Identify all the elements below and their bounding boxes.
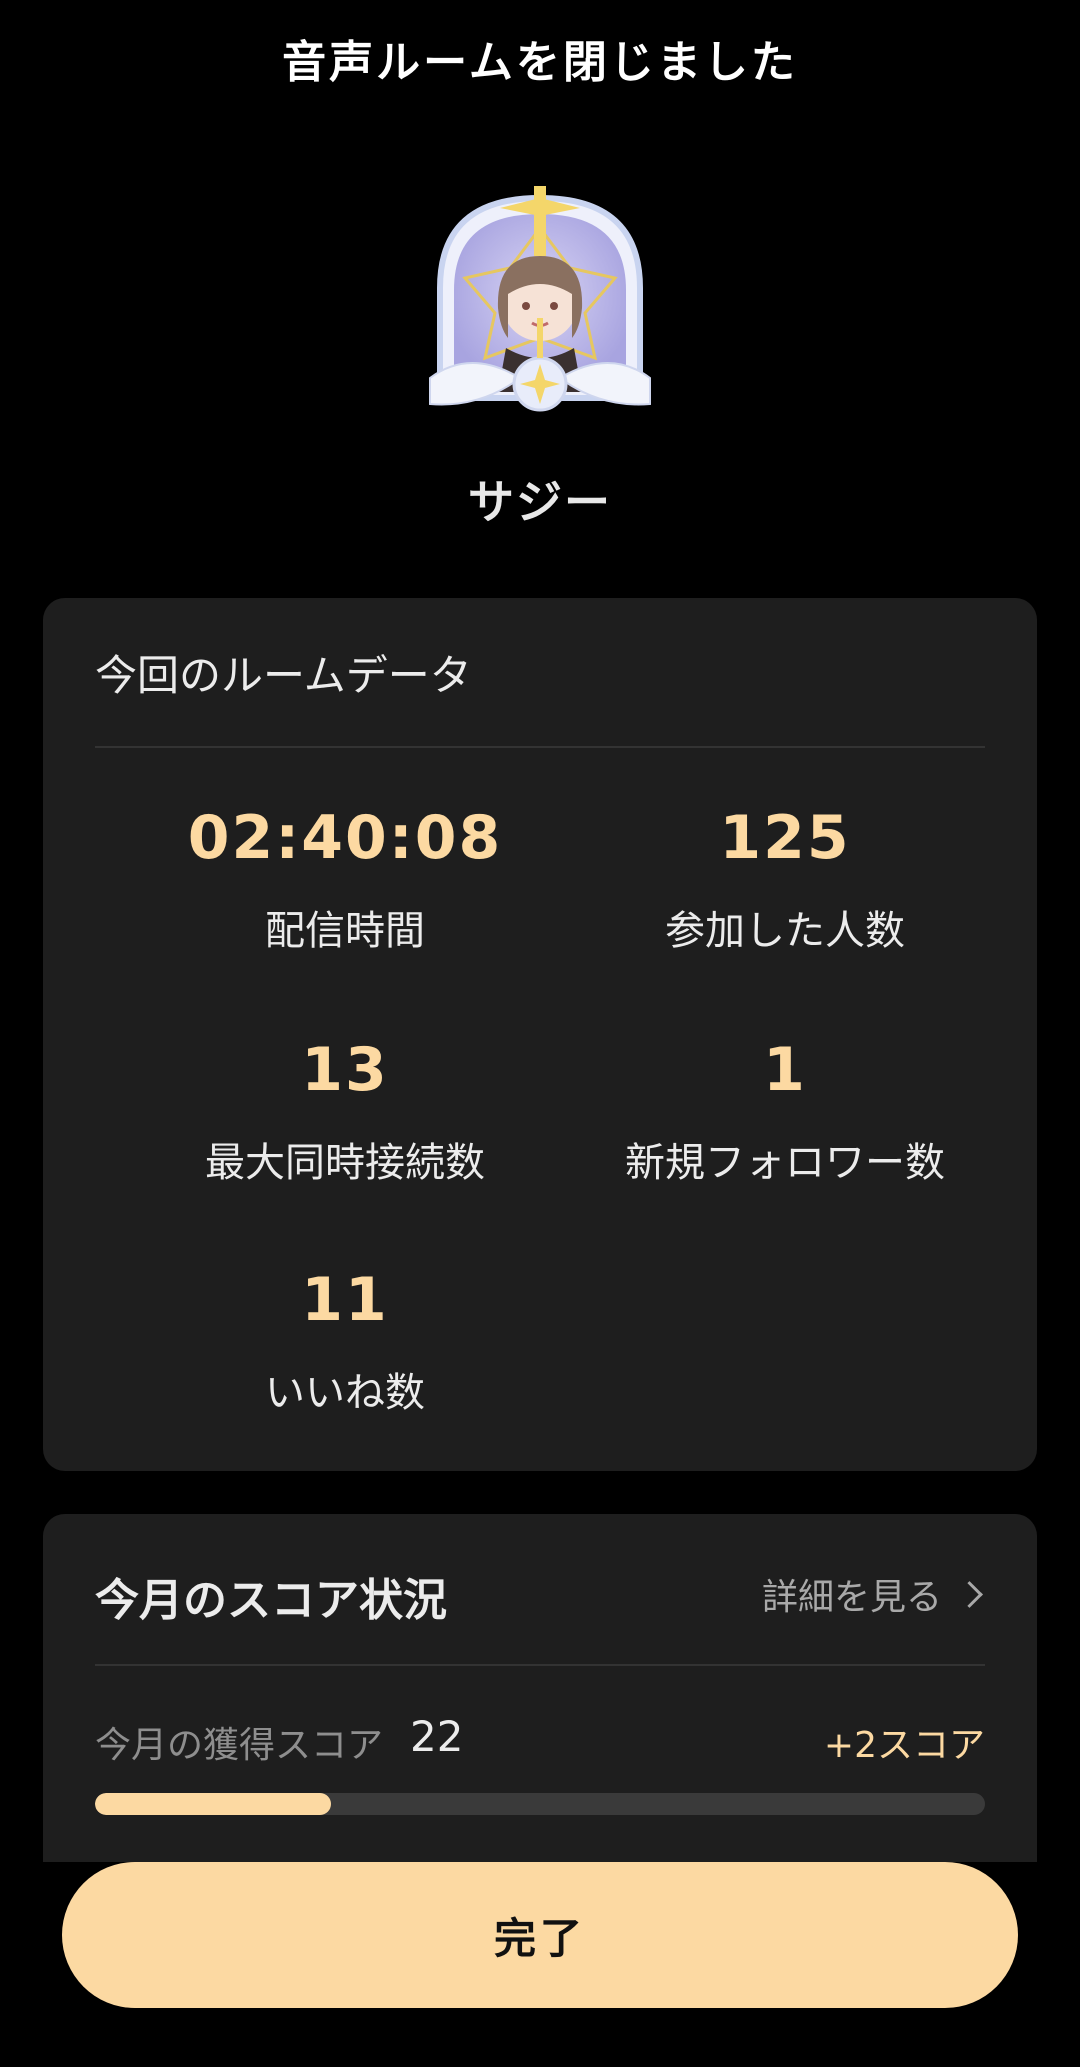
stat-new-followers: 1 新規フォロワー数	[565, 1032, 1005, 1188]
view-details-link[interactable]: 詳細を見る	[762, 1568, 985, 1620]
done-button[interactable]: 完了	[62, 1862, 1018, 2008]
stat-value: 125	[719, 803, 851, 873]
stat-label: 新規フォロワー数	[625, 1140, 945, 1186]
page-title: 音声ルームを閉じました	[282, 37, 798, 88]
monthly-score-title: 今月のスコア状況	[95, 1575, 447, 1626]
score-delta: +2スコア	[823, 1725, 985, 1766]
closed-room-screen: 音声ルームを閉じました サジー 今回のルームデータ 02:40:08 配信時間 …	[0, 0, 1080, 2067]
room-data-divider	[95, 746, 985, 748]
score-progress-fill	[95, 1793, 331, 1815]
stat-max-concurrent: 13 最大同時接続数	[125, 1032, 565, 1188]
score-divider	[95, 1664, 985, 1666]
room-data-card: 今回のルームデータ 02:40:08 配信時間 125 参加した人数 13 最大…	[43, 598, 1037, 1471]
score-progress-bar	[95, 1793, 985, 1815]
stat-label: 参加した人数	[665, 908, 905, 954]
stat-broadcast-time: 02:40:08 配信時間	[125, 800, 565, 956]
host-name: サジー	[468, 475, 612, 529]
stat-label: 最大同時接続数	[205, 1140, 485, 1186]
stat-value: 11	[301, 1265, 389, 1335]
stat-label: いいね数	[265, 1370, 425, 1416]
earned-score-label: 今月の獲得スコア	[95, 1725, 384, 1766]
chevron-right-icon	[956, 1580, 983, 1608]
earned-score-value: 22	[410, 1712, 464, 1761]
stat-participants: 125 参加した人数	[565, 800, 1005, 956]
stat-likes: 11 いいね数	[125, 1262, 565, 1418]
stat-value: 13	[301, 1035, 389, 1105]
stat-label: 配信時間	[265, 908, 425, 954]
stat-value: 1	[763, 1035, 807, 1105]
room-data-title: 今回のルームデータ	[95, 651, 472, 700]
view-details-label: 詳細を見る	[761, 1577, 942, 1618]
host-avatar	[429, 186, 651, 412]
stat-value: 02:40:08	[187, 803, 503, 873]
